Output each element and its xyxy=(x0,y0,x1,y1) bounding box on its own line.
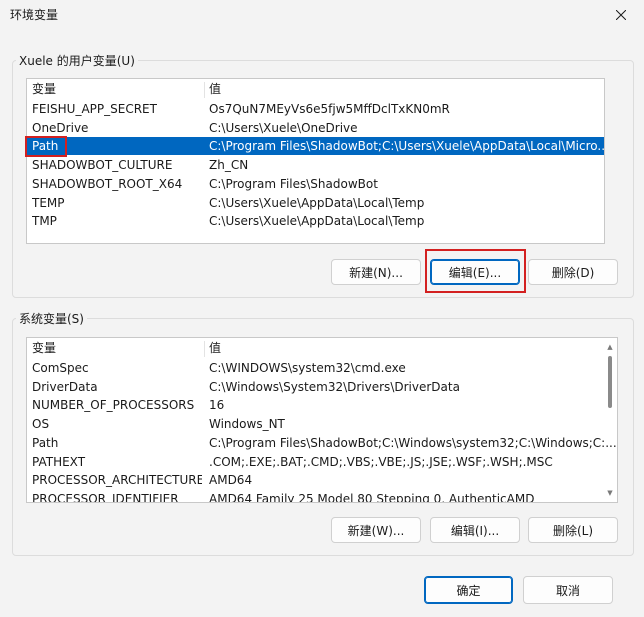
variable-value: 16 xyxy=(209,398,225,413)
user-delete-button[interactable]: 删除(D) xyxy=(528,259,618,285)
system-variable-row[interactable]: NUMBER_OF_PROCESSORS 16 xyxy=(27,396,617,414)
user-variables-list[interactable]: 变量 值 FEISHU_APP_SECRET Os7QuN7MEyVs6e5fjw… xyxy=(26,78,605,244)
variable-value: Os7QuN7MEyVs6e5fjw5MffDclTxKN0mR xyxy=(209,102,450,116)
system-edit-button[interactable]: 编辑(I)... xyxy=(430,517,520,543)
variable-value: C:\Program Files\ShadowBot;C:\Users\Xuel… xyxy=(209,139,605,154)
user-variable-row[interactable]: Path C:\Program Files\ShadowBot;C:\Users\… xyxy=(27,137,605,156)
variable-value: AMD64 xyxy=(209,473,253,488)
variable-value: .COM;.EXE;.BAT;.CMD;.VBS;.VBE;.JS;.JSE;.… xyxy=(209,454,553,469)
variable-name: OS xyxy=(32,417,50,432)
user-variable-row[interactable]: TEMP C:\Users\Xuele\AppData\Local\Temp xyxy=(27,194,604,212)
edit-highlight-box xyxy=(425,249,526,293)
variable-name: TEMP xyxy=(32,195,65,210)
column-header-variable[interactable]: 变量 xyxy=(32,80,202,98)
window-title: 环境变量 xyxy=(10,8,59,22)
system-variable-row[interactable]: PROCESSOR_IDENTIFIER AMD64 Family 25 Mode… xyxy=(27,490,617,503)
cancel-button[interactable]: 取消 xyxy=(523,576,613,604)
variable-name: PATHEXT xyxy=(32,454,86,469)
system-delete-button[interactable]: 删除(L) xyxy=(528,517,618,543)
variable-value: C:\Users\Xuele\AppData\Local\Temp xyxy=(209,195,425,210)
user-variable-row[interactable]: FEISHU_APP_SECRET Os7QuN7MEyVs6e5fjw5MffD… xyxy=(27,100,604,118)
user-variable-row[interactable]: TMP C:\Users\Xuele\AppData\Local\Temp xyxy=(27,212,604,230)
column-header-variable[interactable]: 变量 xyxy=(32,339,202,357)
variable-name: PROCESSOR_ARCHITECTURE xyxy=(32,473,202,488)
variable-value: C:\Users\Xuele\AppData\Local\Temp xyxy=(209,214,425,229)
system-list-scrollbar[interactable] xyxy=(608,356,612,408)
user-variable-row[interactable]: SHADOWBOT_ROOT_X64 C:\Program Files\Shado… xyxy=(27,175,604,193)
scroll-down-arrow[interactable]: ▼ xyxy=(606,490,614,497)
system-variable-row[interactable]: Path C:\Program Files\ShadowBot;C:\Window… xyxy=(27,434,617,452)
system-variable-row[interactable]: ComSpec C:\WINDOWS\system32\cmd.exe xyxy=(27,359,617,377)
system-variable-row[interactable]: PATHEXT .COM;.EXE;.BAT;.CMD;.VBS;.VBE;.JS… xyxy=(27,453,617,471)
column-header-value[interactable]: 值 xyxy=(209,80,221,98)
title-bar: 环境变量 xyxy=(0,0,644,30)
column-separator[interactable] xyxy=(204,341,205,357)
user-variable-row[interactable]: SHADOWBOT_CULTURE Zh_CN xyxy=(27,156,604,174)
user-new-button[interactable]: 新建(N)... xyxy=(331,259,421,285)
variable-name: PROCESSOR_IDENTIFIER xyxy=(32,491,179,503)
system-variable-row[interactable]: PROCESSOR_ARCHITECTURE AMD64 xyxy=(27,471,617,489)
variable-name: TMP xyxy=(32,214,57,229)
variable-value: AMD64 Family 25 Model 80 Stepping 0, Aut… xyxy=(209,491,535,503)
variable-name: ComSpec xyxy=(32,361,89,375)
variable-value: C:\Windows\System32\Drivers\DriverData xyxy=(209,379,460,394)
variable-name: SHADOWBOT_ROOT_X64 xyxy=(32,176,183,191)
variable-value: C:\Program Files\ShadowBot xyxy=(209,176,378,191)
system-variable-row[interactable]: OS Windows_NT xyxy=(27,415,617,433)
variable-value: C:\Program Files\ShadowBot;C:\Windows\sy… xyxy=(209,435,617,450)
variable-name: SHADOWBOT_CULTURE xyxy=(32,158,173,173)
column-separator[interactable] xyxy=(204,82,205,98)
system-variables-list[interactable]: 变量 值 ComSpec C:\WINDOWS\system32\cmd.exe D… xyxy=(26,337,618,503)
variable-name: OneDrive xyxy=(32,120,89,135)
system-variables-label: 系统变量(S) xyxy=(16,310,87,327)
system-variable-row[interactable]: DriverData C:\Windows\System32\Drivers\Dr… xyxy=(27,378,617,396)
ok-button[interactable]: 确定 xyxy=(424,576,513,604)
variable-name: NUMBER_OF_PROCESSORS xyxy=(32,398,195,413)
system-list-header: 变量 值 xyxy=(27,339,617,357)
close-icon xyxy=(616,10,626,20)
variable-value: Zh_CN xyxy=(209,158,249,173)
system-new-button[interactable]: 新建(W)... xyxy=(331,517,421,543)
variable-value: Windows_NT xyxy=(209,417,285,432)
variable-value: C:\Users\Xuele\OneDrive xyxy=(209,120,358,135)
path-highlight-box xyxy=(25,136,67,157)
user-variable-row[interactable]: OneDrive C:\Users\Xuele\OneDrive xyxy=(27,119,604,137)
scroll-up-arrow[interactable]: ▲ xyxy=(606,344,614,351)
user-list-header: 变量 值 xyxy=(27,80,604,98)
variable-name: FEISHU_APP_SECRET xyxy=(32,102,157,116)
variable-name: DriverData xyxy=(32,379,98,394)
user-variables-label: Xuele 的用户变量(U) xyxy=(16,52,138,69)
variable-value: C:\WINDOWS\system32\cmd.exe xyxy=(209,361,406,375)
close-button[interactable] xyxy=(598,0,644,30)
column-header-value[interactable]: 值 xyxy=(209,339,221,357)
variable-name: Path xyxy=(32,435,59,450)
